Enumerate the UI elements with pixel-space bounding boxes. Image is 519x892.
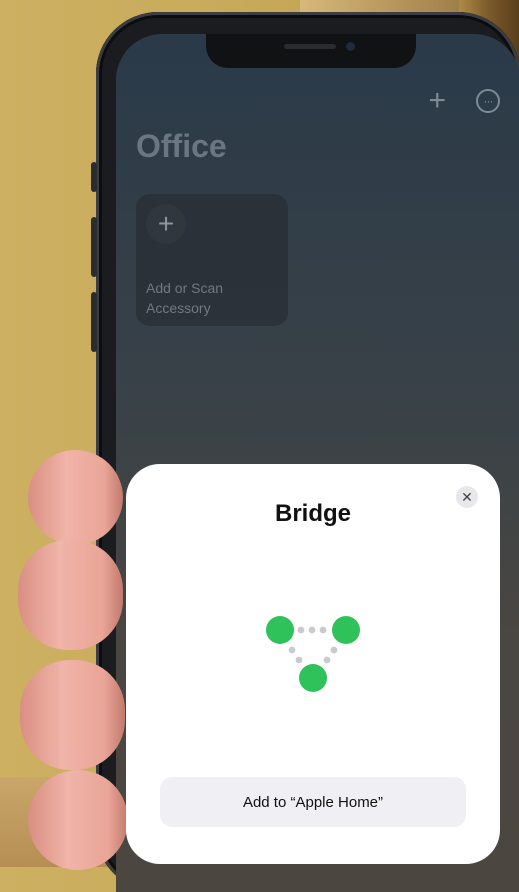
add-accessory-sheet: ✕ Bridge Add to “Apple Home” bbox=[126, 464, 500, 864]
tile-label-line2: Accessory bbox=[146, 300, 211, 316]
phone-volume-down-button bbox=[91, 292, 97, 352]
home-toolbar: + ··· bbox=[428, 86, 500, 116]
speaker-grille bbox=[284, 44, 336, 49]
phone-notch bbox=[206, 34, 416, 68]
phone-volume-up-button bbox=[91, 217, 97, 277]
bridge-icon bbox=[266, 616, 360, 692]
add-or-scan-accessory-tile[interactable]: + Add or Scan Accessory bbox=[136, 194, 288, 326]
add-to-home-button[interactable]: Add to “Apple Home” bbox=[160, 777, 466, 827]
more-icon[interactable]: ··· bbox=[476, 89, 500, 113]
front-camera bbox=[346, 42, 355, 51]
finger-little bbox=[28, 770, 128, 870]
sheet-title: Bridge bbox=[274, 500, 351, 527]
tile-label: Add or Scan Accessory bbox=[146, 278, 223, 318]
room-title: Office bbox=[136, 128, 227, 164]
plus-icon[interactable]: + bbox=[428, 86, 446, 116]
finger-middle bbox=[18, 540, 123, 650]
add-accessory-plus-icon: + bbox=[146, 204, 186, 244]
tile-label-line1: Add or Scan bbox=[146, 280, 224, 296]
phone-mute-switch bbox=[91, 162, 97, 192]
finger-ring bbox=[20, 660, 125, 770]
finger-index bbox=[28, 450, 123, 545]
